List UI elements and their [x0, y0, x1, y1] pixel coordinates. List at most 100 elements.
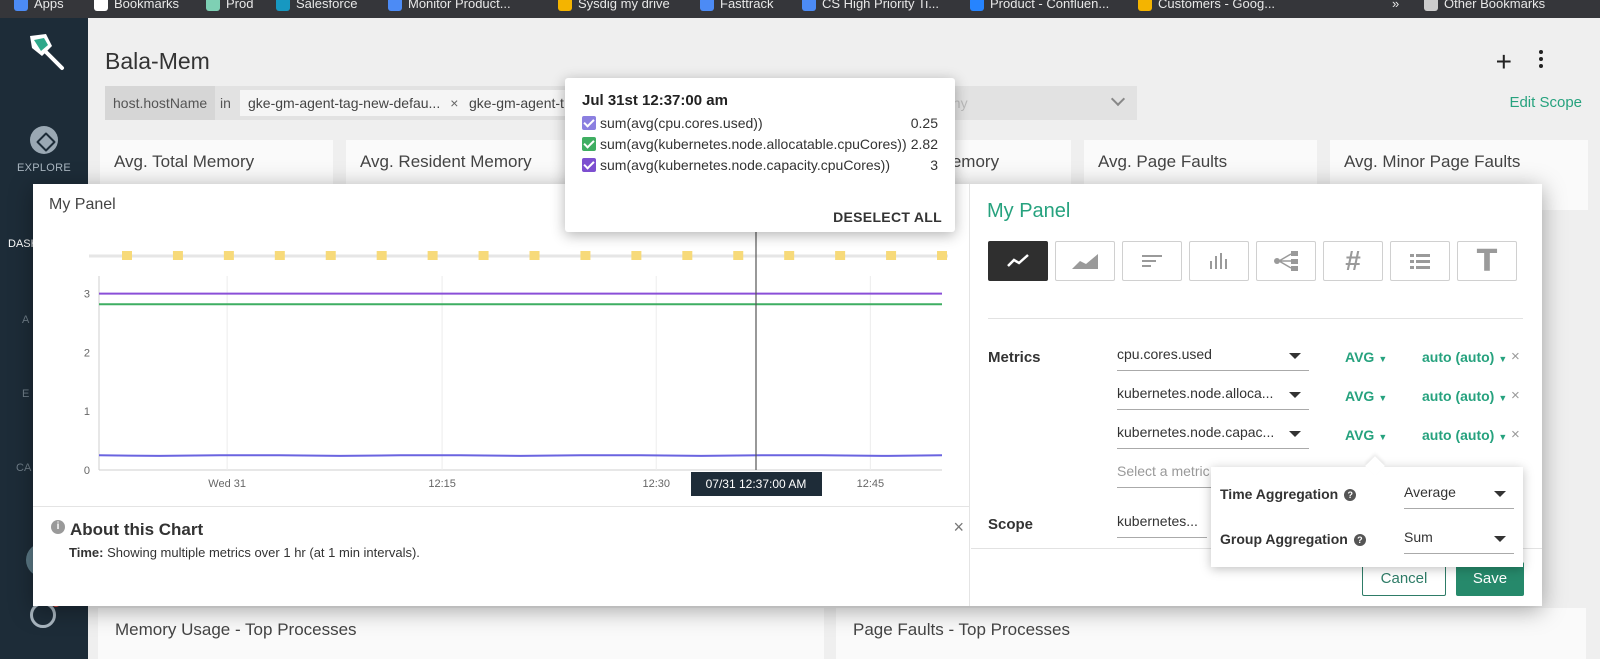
- group-aggregation-select[interactable]: auto (auto) ▼: [1422, 388, 1507, 404]
- line-chart[interactable]: 0 1 2 3 Wed 31 12:15 12:30 12:45 07/31 12:37:00 …: [33, 184, 970, 506]
- event-marker: [274, 251, 285, 260]
- help-icon[interactable]: ?: [1353, 534, 1366, 546]
- time-aggregation-select[interactable]: AVG ▼: [1345, 349, 1387, 365]
- event-marker: [580, 251, 591, 260]
- aggregation-value: AVG: [1345, 349, 1375, 365]
- scope-key: host.hostName: [105, 86, 216, 120]
- bookmark-item[interactable]: Bookmarks: [94, 0, 179, 11]
- about-chart: i About this Chart Time: Showing multipl…: [33, 506, 970, 606]
- edit-scope-link[interactable]: Edit Scope: [1509, 94, 1582, 111]
- nav-fragment-a[interactable]: A: [22, 314, 29, 326]
- metric-select[interactable]: kubernetes.node.capac...: [1117, 419, 1309, 449]
- caret-down-icon: ▼: [1378, 354, 1388, 364]
- text-button[interactable]: T: [1457, 241, 1517, 281]
- bookmark-label: Salesforce: [296, 0, 358, 11]
- confluence-icon: [970, 0, 984, 11]
- y-tick-label: 1: [84, 406, 90, 418]
- sysdig-logo-icon[interactable]: [22, 30, 66, 74]
- histogram-button[interactable]: [1189, 241, 1249, 281]
- x-tick-label: 12:45: [857, 478, 885, 490]
- bookmark-item[interactable]: Fasttrack: [700, 0, 773, 11]
- scope-chip[interactable]: gke-gm-agent-t: [461, 90, 572, 116]
- time-aggregation-dropdown[interactable]: Average: [1404, 479, 1514, 509]
- metrics-label: Metrics: [988, 349, 1041, 366]
- help-icon[interactable]: ?: [1344, 489, 1357, 501]
- scope-select[interactable]: kubernetes...: [1117, 508, 1207, 538]
- topology-icon: [1274, 251, 1298, 271]
- checkbox-icon[interactable]: [582, 158, 596, 172]
- checkbox-icon[interactable]: [582, 137, 596, 151]
- checkbox-icon[interactable]: [582, 116, 596, 130]
- caret-down-icon: [1494, 536, 1506, 542]
- time-aggregation-select[interactable]: AVG ▼: [1345, 388, 1387, 404]
- bookmark-item[interactable]: Sysdig my drive: [558, 0, 670, 11]
- tooltip-row[interactable]: sum(avg(kubernetes.node.capacity.cpuCore…: [582, 157, 938, 175]
- tooltip-row[interactable]: sum(avg(cpu.cores.used)) 0.25: [582, 115, 938, 133]
- x-tick-label: 12:30: [642, 478, 670, 490]
- panel-tile[interactable]: Page Faults - Top Processes: [836, 608, 1586, 659]
- line-chart-button[interactable]: [988, 241, 1048, 281]
- remove-metric-icon[interactable]: ×: [1511, 426, 1520, 443]
- nav-fragment-ca[interactable]: CA: [16, 462, 31, 474]
- add-panel-button[interactable]: +: [1496, 48, 1512, 76]
- bookmark-item[interactable]: Prod: [206, 0, 253, 11]
- nav-explore-label: EXPLORE: [16, 162, 72, 174]
- magnifier-icon: [206, 0, 220, 11]
- caret-down-icon: [1289, 392, 1301, 398]
- group-aggregation-dropdown[interactable]: Sum: [1404, 524, 1514, 554]
- caret-down-icon: ▼: [1378, 432, 1388, 442]
- diamond-icon: [388, 0, 402, 11]
- tooltip-row[interactable]: sum(avg(kubernetes.node.allocatable.cpuC…: [582, 136, 938, 154]
- caret-down-icon: ▼: [1498, 393, 1508, 403]
- close-icon[interactable]: ×: [953, 517, 964, 538]
- cancel-button[interactable]: Cancel: [1362, 562, 1446, 596]
- bookmark-label: Fasttrack: [720, 0, 774, 11]
- bookmark-item[interactable]: »: [1392, 0, 1399, 11]
- group-aggregation-select[interactable]: auto (auto) ▼: [1422, 349, 1507, 365]
- bookmark-item[interactable]: CS High Priority Ti...: [802, 0, 939, 11]
- nav-fragment-e[interactable]: E: [22, 388, 29, 400]
- deselect-all-button[interactable]: DESELECT ALL: [833, 209, 942, 225]
- about-title: About this Chart: [70, 520, 204, 539]
- tooltip-series-value: 2.82: [910, 136, 938, 152]
- toplist-button[interactable]: [1122, 241, 1182, 281]
- bookmark-item[interactable]: Monitor Product...: [388, 0, 511, 11]
- bookmark-item[interactable]: Other Bookmarks: [1424, 0, 1545, 11]
- remove-metric-icon[interactable]: ×: [1511, 387, 1520, 404]
- save-button[interactable]: Save: [1456, 562, 1524, 596]
- bookmark-item[interactable]: Salesforce: [276, 0, 357, 11]
- topology-button[interactable]: [1256, 241, 1316, 281]
- more-options-icon[interactable]: [1538, 50, 1544, 72]
- event-marker: [733, 251, 744, 260]
- bookmark-item[interactable]: Customers - Goog...: [1138, 0, 1275, 11]
- caret-down-icon: ▼: [1498, 432, 1508, 442]
- remove-metric-icon[interactable]: ×: [1511, 348, 1520, 365]
- hover-time-label: 07/31 12:37:00 AM: [706, 477, 807, 491]
- bookmark-label: Product - Confluen...: [990, 0, 1110, 11]
- nav-item-explore[interactable]: EXPLORE: [0, 126, 88, 174]
- event-marker: [172, 251, 183, 260]
- area-chart-icon: [1072, 254, 1098, 269]
- group-aggregation-select[interactable]: auto (auto) ▼: [1422, 427, 1507, 443]
- aggregation-value: AVG: [1345, 388, 1375, 404]
- about-label: Time:: [69, 545, 104, 560]
- event-marker: [835, 251, 846, 260]
- about-description: Showing multiple metrics over 1 hr (at 1…: [107, 545, 420, 560]
- number-button[interactable]: #: [1323, 241, 1383, 281]
- bookmark-label: Other Bookmarks: [1444, 0, 1546, 11]
- close-icon[interactable]: ×: [450, 95, 458, 111]
- area-chart-button[interactable]: [1055, 241, 1115, 281]
- drive-icon: [1138, 0, 1152, 11]
- table-button[interactable]: [1390, 241, 1450, 281]
- config-title[interactable]: My Panel: [987, 200, 1070, 223]
- panel-tile[interactable]: Memory Usage - Top Processes: [98, 608, 824, 659]
- bookmark-label: Monitor Product...: [408, 0, 511, 11]
- chevron-down-icon[interactable]: [1110, 91, 1126, 107]
- bookmark-item[interactable]: Apps: [14, 0, 64, 11]
- event-marker: [784, 251, 795, 260]
- scope-chip[interactable]: gke-gm-agent-tag-new-defau... ×: [240, 90, 467, 116]
- time-aggregation-select[interactable]: AVG ▼: [1345, 427, 1387, 443]
- metric-select[interactable]: cpu.cores.used: [1117, 341, 1309, 371]
- bookmark-item[interactable]: Product - Confluen...: [970, 0, 1109, 11]
- metric-select[interactable]: kubernetes.node.alloca...: [1117, 380, 1309, 410]
